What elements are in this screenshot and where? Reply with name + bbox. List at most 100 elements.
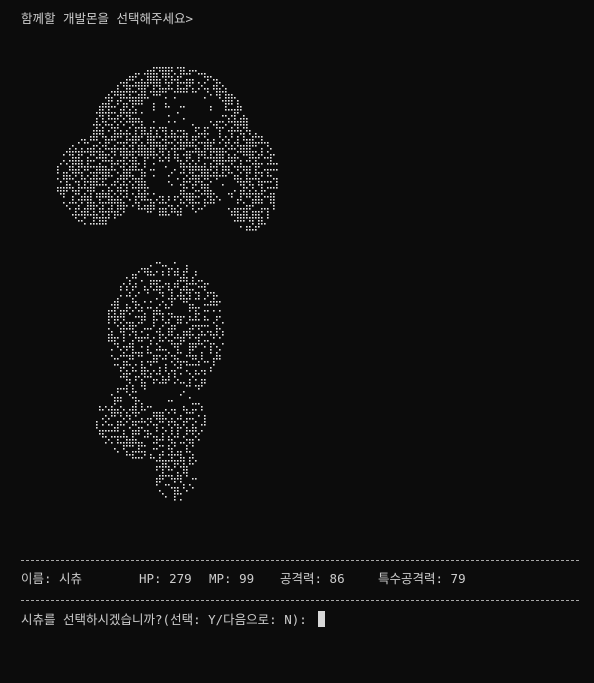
- art-dot: [204, 310, 206, 312]
- art-dot: [102, 172, 104, 174]
- art-dot: [69, 184, 71, 186]
- art-dot: [126, 436, 128, 438]
- art-dot: [123, 436, 125, 438]
- art-dot: [162, 301, 164, 303]
- art-dot: [102, 115, 104, 117]
- art-dot: [189, 442, 191, 444]
- art-dot: [99, 169, 101, 171]
- art-dot: [138, 322, 140, 324]
- art-dot: [138, 196, 140, 198]
- art-dot: [120, 316, 122, 318]
- art-dot: [162, 88, 164, 90]
- selection-question[interactable]: 시츄를 선택하시겠습니까?(선택: Y/다음으로: N):: [21, 611, 326, 628]
- art-dot: [210, 349, 212, 351]
- art-dot: [114, 343, 116, 345]
- art-dot: [66, 175, 68, 177]
- special-attack-stat: 특수공격력: 79: [378, 571, 466, 586]
- art-dot: [165, 73, 167, 75]
- art-dot: [114, 322, 116, 324]
- art-dot: [186, 433, 188, 435]
- art-dot: [171, 298, 173, 300]
- art-dot: [117, 211, 119, 213]
- art-dot: [198, 157, 200, 159]
- art-dot: [246, 205, 248, 207]
- art-dot: [159, 460, 161, 462]
- art-dot: [102, 157, 104, 159]
- art-dot: [225, 97, 227, 99]
- art-dot: [126, 445, 128, 447]
- art-dot: [198, 361, 200, 363]
- art-dot: [78, 157, 80, 159]
- art-dot: [120, 190, 122, 192]
- art-dot: [93, 208, 95, 210]
- art-dot: [120, 178, 122, 180]
- art-dot: [156, 130, 158, 132]
- art-dot: [255, 169, 257, 171]
- art-dot: [177, 286, 179, 288]
- art-dot: [198, 73, 200, 75]
- art-dot: [189, 295, 191, 297]
- art-dot: [111, 205, 113, 207]
- art-dot: [147, 406, 149, 408]
- art-dot: [150, 373, 152, 375]
- art-dot: [237, 139, 239, 141]
- art-dot: [150, 133, 152, 135]
- art-dot: [126, 190, 128, 192]
- art-dot: [111, 118, 113, 120]
- art-dot: [153, 85, 155, 87]
- art-dot: [117, 85, 119, 87]
- art-dot: [117, 214, 119, 216]
- art-dot: [243, 184, 245, 186]
- art-dot: [111, 97, 113, 99]
- art-dot: [228, 169, 230, 171]
- art-dot: [132, 397, 134, 399]
- art-dot: [126, 205, 128, 207]
- art-dot: [171, 475, 173, 477]
- art-dot: [198, 334, 200, 336]
- art-dot: [153, 274, 155, 276]
- art-dot: [198, 340, 200, 342]
- art-dot: [60, 190, 62, 192]
- art-dot: [207, 88, 209, 90]
- art-dot: [102, 136, 104, 138]
- art-dot: [132, 391, 134, 393]
- art-dot: [135, 283, 137, 285]
- text-cursor[interactable]: [318, 611, 326, 627]
- art-dot: [207, 319, 209, 321]
- art-dot: [243, 211, 245, 213]
- art-dot: [87, 163, 89, 165]
- art-dot: [153, 106, 155, 108]
- art-dot: [144, 337, 146, 339]
- art-dot: [255, 193, 257, 195]
- art-dot: [231, 148, 233, 150]
- art-dot: [180, 160, 182, 162]
- art-dot: [132, 424, 134, 426]
- art-dot: [93, 130, 95, 132]
- art-dot: [249, 169, 251, 171]
- art-dot: [138, 433, 140, 435]
- art-dot: [216, 85, 218, 87]
- art-dot: [222, 160, 224, 162]
- art-dot: [192, 424, 194, 426]
- art-dot: [78, 166, 80, 168]
- art-dot: [150, 433, 152, 435]
- art-dot: [153, 127, 155, 129]
- art-dot: [147, 193, 149, 195]
- art-dot: [153, 73, 155, 75]
- art-dot: [261, 142, 263, 144]
- art-dot: [66, 151, 68, 153]
- art-dot: [201, 385, 203, 387]
- art-dot: [117, 103, 119, 105]
- art-dot: [162, 160, 164, 162]
- art-dot: [93, 187, 95, 189]
- art-dot: [78, 205, 80, 207]
- art-dot: [171, 355, 173, 357]
- art-dot: [87, 160, 89, 162]
- art-dot: [135, 130, 137, 132]
- art-dot: [180, 106, 182, 108]
- art-dot: [186, 151, 188, 153]
- art-dot: [180, 172, 182, 174]
- art-dot: [144, 88, 146, 90]
- art-dot: [147, 211, 149, 213]
- art-dot: [246, 124, 248, 126]
